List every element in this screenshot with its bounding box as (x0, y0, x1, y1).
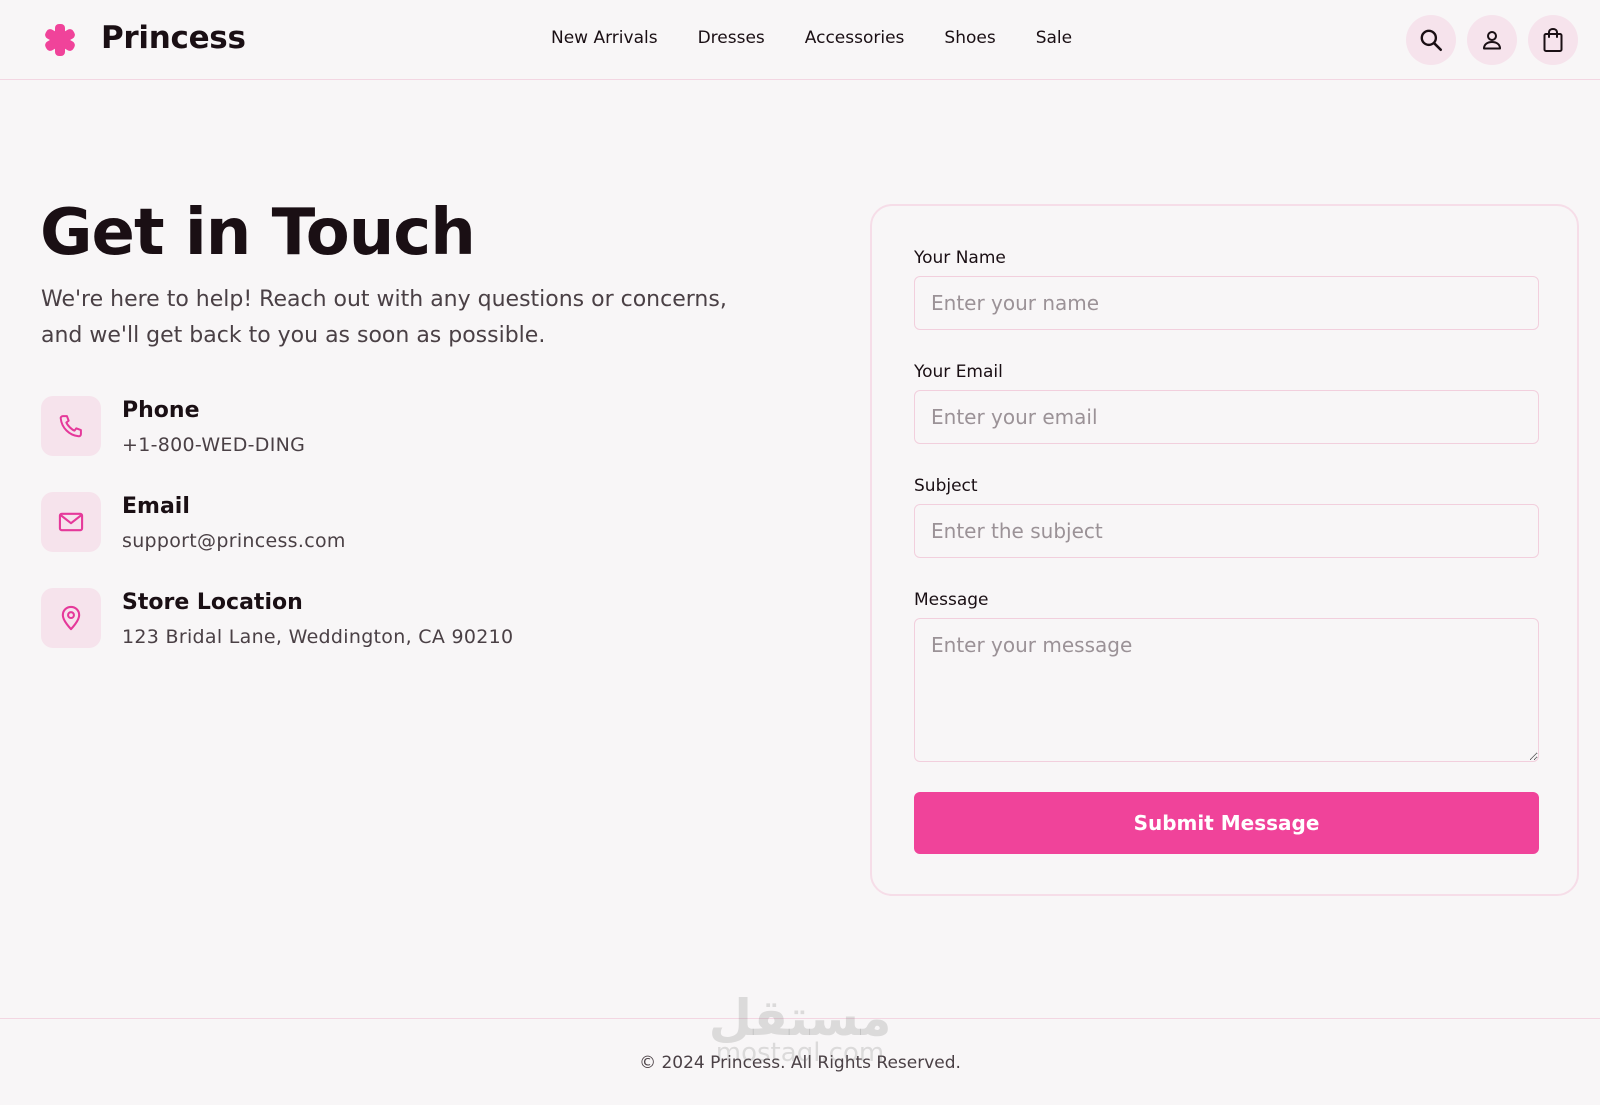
mail-icon (58, 512, 84, 532)
nav-item-new-arrivals[interactable]: New Arrivals (551, 28, 658, 48)
account-button[interactable] (1467, 15, 1517, 65)
contact-form: Your Name Your Email Subject Message Sub… (870, 204, 1579, 896)
cart-button[interactable] (1528, 15, 1578, 65)
message-label: Message (914, 590, 989, 610)
main-nav: New Arrivals Dresses Accessories Shoes S… (551, 28, 1072, 48)
search-icon (1420, 29, 1443, 52)
subject-input[interactable] (914, 504, 1539, 558)
map-pin-icon (61, 605, 81, 631)
user-icon (1483, 31, 1501, 50)
message-textarea[interactable] (914, 618, 1539, 762)
email-input[interactable] (914, 390, 1539, 444)
contact-email-title: Email (122, 494, 190, 519)
phone-icon (59, 415, 82, 438)
name-input[interactable] (914, 276, 1539, 330)
name-label: Your Name (914, 248, 1006, 268)
email-label: Your Email (914, 362, 1003, 382)
nav-item-shoes[interactable]: Shoes (944, 28, 995, 48)
nav-item-sale[interactable]: Sale (1036, 28, 1072, 48)
submit-message-button[interactable]: Submit Message (914, 792, 1539, 854)
contact-phone-title: Phone (122, 398, 200, 423)
contact-location-title: Store Location (122, 590, 303, 615)
contact-location-value: 123 Bridal Lane, Weddington, CA 90210 (122, 626, 514, 648)
site-footer: © 2024 Princess. All Rights Reserved. (0, 1018, 1600, 1105)
contact-email-value[interactable]: support@princess.com (122, 530, 346, 552)
copyright-text: © 2024 Princess. All Rights Reserved. (639, 1053, 961, 1073)
page-title: Get in Touch (40, 196, 476, 270)
search-button[interactable] (1406, 15, 1456, 65)
brand-name[interactable]: Princess (101, 20, 246, 56)
shopping-bag-icon (1543, 27, 1563, 52)
subject-label: Subject (914, 476, 978, 496)
nav-item-accessories[interactable]: Accessories (805, 28, 905, 48)
nav-item-dresses[interactable]: Dresses (698, 28, 765, 48)
asterisk-icon (45, 24, 75, 56)
phone-icon-box (41, 396, 101, 456)
site-header: Princess New Arrivals Dresses Accessorie… (0, 0, 1600, 80)
contact-phone-value[interactable]: +1-800-WED-DING (122, 434, 305, 456)
page-description: We're here to help! Reach out with any q… (41, 287, 727, 348)
map-pin-icon-box (41, 588, 101, 648)
mail-icon-box (41, 492, 101, 552)
